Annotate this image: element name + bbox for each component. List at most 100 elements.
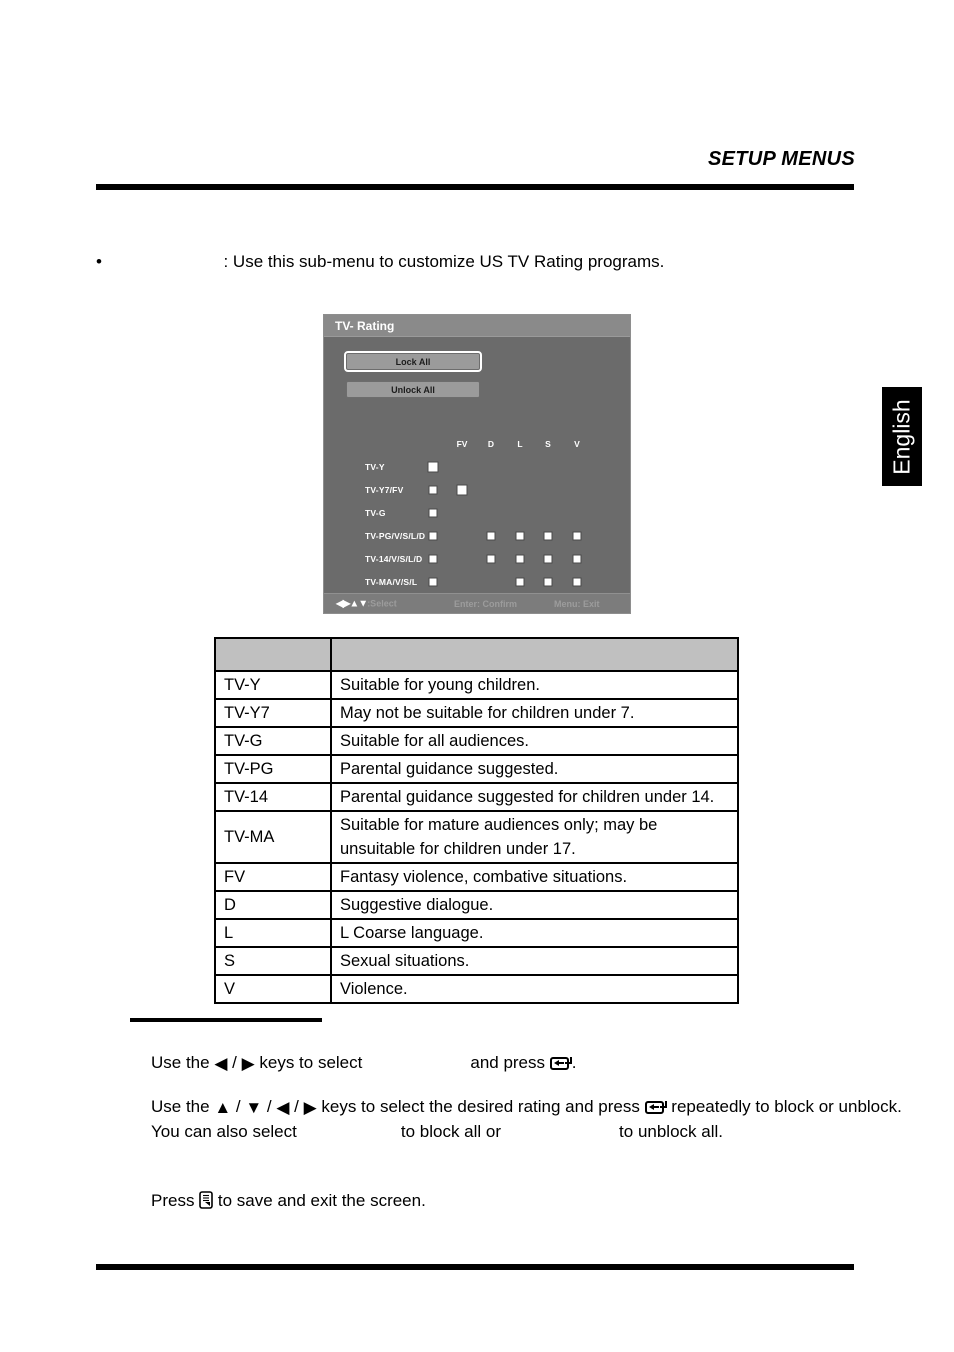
unlock-all-button[interactable]: Unlock All — [346, 381, 480, 398]
instruction-line-1: Use the ◀ / ▶ keys to select and press . — [151, 1050, 891, 1075]
up-arrow-icon: ▲ — [214, 1098, 232, 1117]
checkbox-l[interactable] — [515, 531, 525, 540]
checkbox-d[interactable] — [486, 554, 496, 563]
rating-code: TV-14 — [214, 782, 332, 812]
instr1-text-b: keys to select — [254, 1053, 363, 1072]
checkbox-fv[interactable] — [456, 484, 468, 495]
hint-exit: Menu: Exit — [554, 598, 600, 609]
rating-description: May not be suitable for children under 7… — [330, 698, 739, 728]
rating-row-label: TV-Y — [365, 461, 385, 472]
checkbox-block-all[interactable] — [428, 554, 438, 563]
rating-row-label: TV-G — [365, 507, 386, 518]
checkbox-block-all[interactable] — [427, 461, 439, 472]
direction-arrows-icon: ◀▶▲▼ — [336, 598, 368, 609]
hint-select: ◀▶▲▼:Select — [336, 598, 397, 609]
page-title: SETUP MENUS — [707, 148, 855, 170]
down-arrow-icon: ▼ — [245, 1098, 263, 1117]
table-header-row — [214, 637, 739, 672]
left-arrow-icon: ◀ — [276, 1098, 290, 1117]
table-row: V Violence. — [214, 974, 739, 1004]
instruction-line-3: Press to save and exit the screen. — [151, 1188, 651, 1213]
rating-row: TV-MA/V/S/L — [324, 570, 630, 593]
intro-paragraph: • : Use this sub-menu to customize US TV… — [96, 250, 856, 274]
column-header-d: D — [487, 439, 495, 449]
instr1-text-d: . — [571, 1053, 577, 1072]
column-header-fv: FV — [456, 439, 468, 449]
checkbox-block-all[interactable] — [428, 508, 438, 517]
rating-code: L — [214, 918, 332, 948]
language-tab: English — [882, 387, 922, 486]
enter-key-icon — [549, 1057, 572, 1070]
unlock-all-label: Unlock All — [391, 384, 435, 395]
table-row: TV-MA Suitable for mature audiences only… — [214, 810, 739, 864]
rating-row: TV-Y — [324, 455, 630, 478]
rating-description: Violence. — [330, 974, 739, 1004]
instr3-text-b: to save and exit the screen. — [213, 1191, 426, 1210]
checkbox-d[interactable] — [486, 531, 496, 540]
table-header-description — [330, 637, 739, 672]
table-row: D Suggestive dialogue. — [214, 890, 739, 920]
rating-row: TV-14/V/S/L/D — [324, 547, 630, 570]
instructions-divider — [130, 1018, 322, 1022]
rating-code: S — [214, 946, 332, 976]
table-row: S Sexual situations. — [214, 946, 739, 976]
instr2-text-d: to block all or — [400, 1122, 502, 1141]
lock-all-label: Lock All — [395, 356, 431, 367]
osd-titlebar: TV- Rating — [324, 315, 630, 337]
checkbox-s[interactable] — [543, 554, 553, 563]
rating-code: TV-Y — [214, 670, 332, 700]
osd-body: Lock All Unlock All FV D L S V TV-Y TV-Y… — [324, 337, 630, 592]
table-row: FV Fantasy violence, combative situation… — [214, 862, 739, 892]
checkbox-v[interactable] — [572, 577, 582, 586]
table-header-code — [214, 637, 332, 672]
hint-confirm: Enter: Confirm — [454, 598, 517, 609]
checkbox-l[interactable] — [515, 577, 525, 586]
table-row: TV-PG Parental guidance suggested. — [214, 754, 739, 784]
rating-row-label: TV-MA/V/S/L — [365, 576, 418, 587]
bullet-icon: • — [96, 252, 102, 271]
rating-description: Suitable for mature audiences only; may … — [330, 810, 739, 864]
instr2-text-e: to unblock all. — [619, 1122, 723, 1141]
rating-description: Parental guidance suggested for children… — [330, 782, 739, 812]
rating-description: Sexual situations. — [330, 946, 739, 976]
rating-row: TV-PG/V/S/L/D — [324, 524, 630, 547]
rating-description: Suggestive dialogue. — [330, 890, 739, 920]
checkbox-s[interactable] — [543, 577, 553, 586]
rating-code: TV-PG — [214, 754, 332, 784]
rating-row-label: TV-14/V/S/L/D — [365, 553, 423, 564]
hint-select-label: :Select — [367, 598, 397, 608]
rating-code: FV — [214, 862, 332, 892]
table-row: TV-Y Suitable for young children. — [214, 670, 739, 700]
rating-row: TV-G — [324, 501, 630, 524]
osd-footer-hints: ◀▶▲▼:Select Enter: Confirm Menu: Exit — [324, 593, 630, 613]
table-row: TV-Y7 May not be suitable for children u… — [214, 698, 739, 728]
table-row: TV-G Suitable for all audiences. — [214, 726, 739, 756]
right-arrow-icon: ▶ — [303, 1098, 317, 1117]
checkbox-v[interactable] — [572, 554, 582, 563]
checkbox-block-all[interactable] — [428, 485, 438, 494]
right-arrow-icon: ▶ — [241, 1054, 255, 1073]
language-tab-label: English — [888, 398, 915, 475]
rating-description: L Coarse language. — [330, 918, 739, 948]
checkbox-l[interactable] — [515, 554, 525, 563]
ratings-reference-table: TV-Y Suitable for young children. TV-Y7 … — [214, 637, 739, 1004]
table-row: TV-14 Parental guidance suggested for ch… — [214, 782, 739, 812]
rating-code: TV-G — [214, 726, 332, 756]
lock-all-button[interactable]: Lock All — [344, 351, 482, 372]
instr1-text-c: and press — [470, 1053, 550, 1072]
checkbox-block-all[interactable] — [428, 531, 438, 540]
footer-divider — [96, 1264, 854, 1270]
rating-description: Fantasy violence, combative situations. — [330, 862, 739, 892]
menu-key-icon — [199, 1191, 213, 1209]
rating-row: TV-Y7/FV — [324, 478, 630, 501]
rating-row-label: TV-PG/V/S/L/D — [365, 530, 426, 541]
checkbox-block-all[interactable] — [428, 577, 438, 586]
rating-code: D — [214, 890, 332, 920]
checkbox-s[interactable] — [543, 531, 553, 540]
column-header-l: L — [517, 439, 523, 449]
checkbox-v[interactable] — [572, 531, 582, 540]
left-arrow-icon: ◀ — [214, 1054, 228, 1073]
rating-description: Parental guidance suggested. — [330, 754, 739, 784]
instr1-text-a: Use the — [151, 1053, 215, 1072]
header-divider — [96, 184, 854, 190]
